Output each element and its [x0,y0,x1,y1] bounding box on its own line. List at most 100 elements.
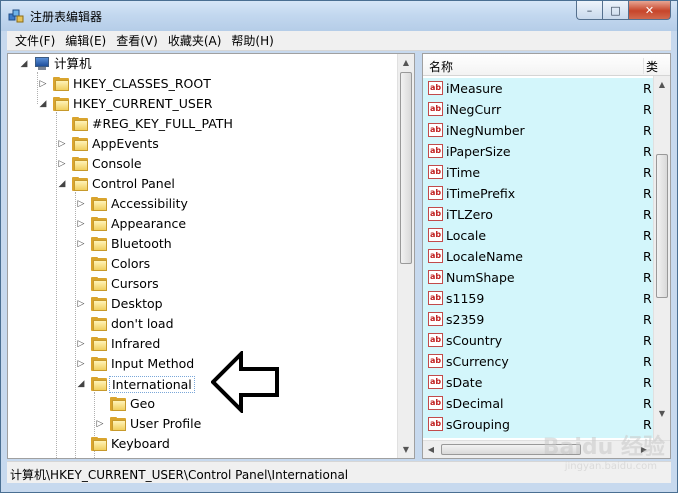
value-type: R [643,396,652,411]
menu-view[interactable]: 查看(V) [111,32,163,50]
title-bar[interactable]: 注册表编辑器 – □ ✕ [1,1,677,31]
tree-node-label: Control Panel [92,176,175,191]
tree-node[interactable]: Colors [8,254,400,274]
list-item[interactable]: ab iTLZero R [423,204,654,225]
scroll-down-icon[interactable]: ▼ [398,441,414,458]
value-type: R [643,102,652,117]
minimize-button[interactable]: – [576,1,602,20]
list-item[interactable]: ab iNegNumber R [423,120,654,141]
string-value-icon: ab [428,186,443,200]
expand-icon[interactable]: ▷ [76,298,86,310]
tree-node[interactable]: ▷ Desktop [8,294,400,314]
list-item[interactable]: ab iTimePrefix R [423,183,654,204]
collapse-icon[interactable]: ◢ [76,378,86,390]
tree-node[interactable]: ▷ Console [8,154,400,174]
value-type: R [643,228,652,243]
scroll-up-icon[interactable]: ▲ [654,76,670,93]
list-item[interactable]: ab s2359 R [423,309,654,330]
folder-icon [91,297,107,311]
list-item[interactable]: ab iPaperSize R [423,141,654,162]
scrollbar-thumb[interactable] [400,72,412,264]
menu-favorites[interactable]: 收藏夹(A) [163,32,227,50]
list-item[interactable]: ab NumShape R [423,267,654,288]
tree-node[interactable]: ▷ Input Method [8,354,400,374]
tree-node-label: don't load [111,316,174,331]
value-type: R [643,375,652,390]
list-item[interactable]: ab sDate R [423,372,654,393]
tree-node[interactable]: ▷ HKEY_CLASSES_ROOT [8,74,400,94]
expand-icon[interactable]: ▷ [76,358,86,370]
list-item[interactable]: ab sDecimal R [423,393,654,414]
list-item[interactable]: ab sCurrency R [423,351,654,372]
column-header-name[interactable]: 名称 [429,58,453,75]
close-button[interactable]: ✕ [628,1,671,20]
tree-node[interactable]: ▷ Appearance [8,214,400,234]
tree-node[interactable]: ▷ Accessibility [8,194,400,214]
expand-icon[interactable]: ▷ [57,158,67,170]
expand-icon[interactable]: ▷ [76,338,86,350]
expand-icon[interactable]: ▷ [38,78,48,90]
tree-node[interactable]: ▷ AppEvents [8,134,400,154]
value-name: NumShape [446,270,515,285]
expand-icon[interactable]: ▷ [95,418,105,430]
scrollbar-thumb[interactable] [656,154,668,298]
folder-icon [72,137,88,151]
string-value-icon: ab [428,354,443,368]
menu-edit[interactable]: 编辑(E) [60,32,111,50]
folder-icon [91,237,107,251]
maximize-button[interactable]: □ [602,1,628,20]
menu-help[interactable]: 帮助(H) [226,32,278,50]
tree-node-label: AppEvents [92,136,159,151]
expand-icon[interactable]: ▷ [57,138,67,150]
folder-icon [91,357,107,371]
list-item[interactable]: ab iMeasure R [423,78,654,99]
expand-icon[interactable]: ▷ [76,218,86,230]
value-name: iTLZero [446,207,493,222]
list-item[interactable]: ab LocaleName R [423,246,654,267]
tree-node[interactable]: Geo [8,394,400,414]
expand-icon[interactable]: ▷ [76,238,86,250]
close-icon: ✕ [644,3,655,17]
scroll-left-icon[interactable]: ◀ [423,441,439,458]
minimize-icon: – [586,3,593,17]
status-path: 计算机\HKEY_CURRENT_USER\Control Panel\Inte… [10,468,349,482]
string-value-icon: ab [428,270,443,284]
collapse-icon[interactable]: ◢ [38,98,48,110]
expand-icon[interactable]: ▷ [76,198,86,210]
tree-node[interactable]: ◢ Control Panel [8,174,400,194]
scroll-down-icon[interactable]: ▼ [654,405,670,422]
tree-node[interactable]: ▷ Infrared [8,334,400,354]
tree-node[interactable]: don't load [8,314,400,334]
collapse-icon[interactable]: ◢ [57,178,67,190]
maximize-icon: □ [610,3,621,17]
scroll-up-icon[interactable]: ▲ [398,54,414,71]
value-name: s1159 [446,291,485,306]
list-vertical-scrollbar[interactable]: ▲ ▼ [653,76,670,440]
list-item[interactable]: ab iTime R [423,162,654,183]
value-name: iPaperSize [446,144,511,159]
string-value-icon: ab [428,249,443,263]
column-header-type[interactable]: 类 [643,58,658,74]
string-value-icon: ab [428,312,443,326]
value-list-pane[interactable]: 名称 类 ab iMeasure R ab iNegCurr Rab iNegNumber R… [422,53,671,459]
value-name: iNegCurr [446,102,502,117]
list-item[interactable]: ab Locale R [423,225,654,246]
string-value-icon: ab [428,333,443,347]
list-item[interactable]: ab s1159 R [423,288,654,309]
folder-icon [91,217,107,231]
list-item[interactable]: ab sCountry R [423,330,654,351]
tree-node[interactable]: #REG_KEY_FULL_PATH [8,114,400,134]
tree-node-computer[interactable]: ◢ 计算机 [8,54,400,74]
collapse-icon[interactable]: ◢ [19,58,29,70]
tree-node[interactable]: ◢ HKEY_CURRENT_USER [8,94,400,114]
menu-file[interactable]: 文件(F) [10,32,60,50]
tree-vertical-scrollbar[interactable]: ▲ ▼ [397,54,414,458]
tree-node[interactable]: Keyboard [8,434,400,454]
list-item[interactable]: ab iNegCurr R [423,99,654,120]
tree-node[interactable]: ▷ Bluetooth [8,234,400,254]
string-value-icon: ab [428,375,443,389]
tree-node[interactable]: Cursors [8,274,400,294]
tree-node-international[interactable]: ◢ International [8,374,400,394]
tree-node-label: Console [92,156,142,171]
tree-node[interactable]: ▷ User Profile [8,414,400,434]
